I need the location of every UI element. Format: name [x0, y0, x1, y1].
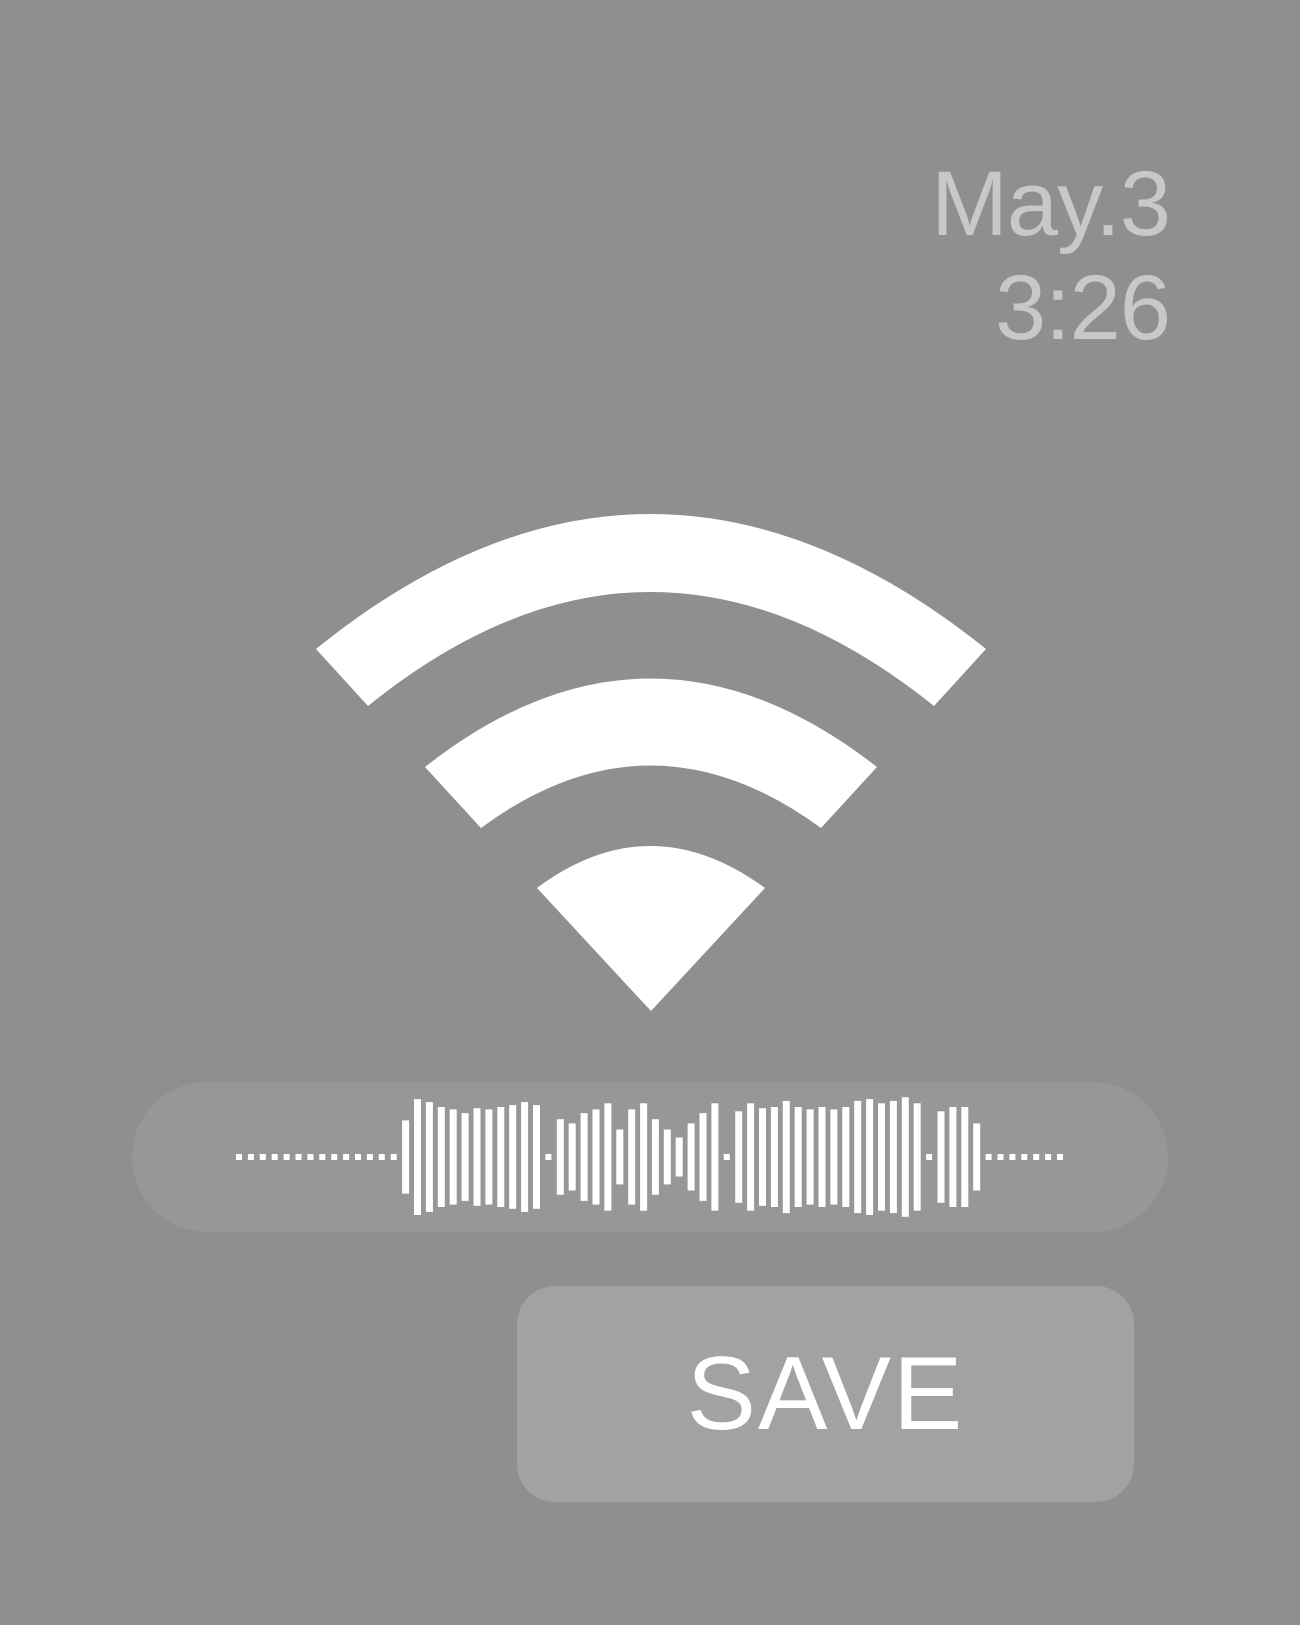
waveform-bar — [628, 1109, 636, 1205]
waveform-bar — [842, 1107, 850, 1207]
waveform-bar — [640, 1103, 648, 1211]
waveform-bar — [973, 1123, 981, 1191]
waveform-bar — [1033, 1154, 1040, 1160]
waveform-bar — [937, 1111, 945, 1203]
waveform-bar — [1021, 1154, 1028, 1160]
waveform-bar — [271, 1154, 278, 1160]
waveform-bar — [355, 1154, 361, 1160]
waveform-bar — [830, 1109, 838, 1205]
wifi-wedge-inner — [537, 846, 765, 1011]
wifi-arc-middle — [425, 678, 877, 828]
waveform-bar — [711, 1103, 719, 1211]
waveform-bar — [425, 1102, 433, 1212]
waveform-bar — [699, 1113, 707, 1201]
date-label: May.3 — [931, 153, 1171, 255]
waveform-graphic — [236, 1097, 1063, 1217]
waveform-bar — [545, 1154, 552, 1160]
waveform-bar — [651, 1119, 659, 1195]
waveform-bar — [307, 1154, 314, 1160]
waveform-bar — [913, 1103, 921, 1211]
waveform-bar — [461, 1113, 469, 1201]
waveform-bar — [759, 1108, 766, 1206]
waveform-bar — [319, 1154, 326, 1160]
waveform-bar — [747, 1103, 755, 1211]
waveform-bar — [259, 1154, 266, 1160]
waveform-bar — [414, 1099, 421, 1215]
waveform-bar — [247, 1154, 254, 1160]
waveform-bar — [366, 1154, 373, 1160]
waveform-bar — [592, 1109, 600, 1205]
waveform-bar — [533, 1105, 540, 1209]
waveform-bar — [735, 1111, 743, 1203]
waveform-bar — [794, 1107, 802, 1207]
time-label: 3:26 — [994, 257, 1171, 359]
waveform-bar — [1045, 1154, 1052, 1160]
waveform-bar — [402, 1120, 410, 1194]
waveform-bar — [497, 1107, 505, 1207]
waveform-bar — [997, 1154, 1004, 1160]
waveform-bar — [390, 1154, 397, 1160]
waveform-bar — [449, 1109, 457, 1205]
waveform-bar — [866, 1099, 874, 1215]
waveform-bar — [485, 1109, 493, 1205]
waveform-bar — [283, 1154, 290, 1160]
waveform-bar — [556, 1119, 564, 1195]
waveform-bar — [236, 1154, 242, 1160]
waveform-bar — [723, 1154, 730, 1160]
waveform-bar — [770, 1107, 778, 1207]
waveform-bar — [616, 1129, 624, 1185]
waveform-bar — [473, 1108, 481, 1206]
waveform-bar — [687, 1123, 695, 1191]
save-button[interactable]: SAVE — [517, 1286, 1134, 1502]
waveform-bar — [331, 1154, 338, 1160]
waveform-bar — [901, 1097, 909, 1217]
waveform-bar — [378, 1154, 385, 1160]
waveform-bar — [985, 1154, 992, 1160]
waveform-bar — [878, 1103, 885, 1211]
waveform-bar — [782, 1100, 790, 1214]
datetime: May.3 3:26 — [931, 152, 1171, 360]
waveform-bar — [343, 1154, 350, 1160]
waveform-display — [132, 1082, 1168, 1232]
waveform-bar — [818, 1107, 826, 1207]
waveform-bar — [580, 1113, 588, 1201]
waveform-bar — [926, 1154, 933, 1160]
waveform-bar — [663, 1129, 671, 1185]
waveform-bar — [437, 1107, 445, 1207]
wifi-arc-outer — [316, 514, 986, 706]
waveform-bar — [568, 1123, 576, 1191]
waveform-bar — [889, 1100, 897, 1214]
waveform-bar — [295, 1154, 302, 1160]
waveform-bar — [509, 1105, 517, 1209]
waveform-bar — [1009, 1154, 1016, 1160]
waveform-bar — [521, 1102, 529, 1212]
waveform-bar — [806, 1109, 814, 1205]
waveform-bar — [961, 1107, 969, 1207]
waveform-bar — [604, 1103, 612, 1211]
waveform-bar — [854, 1100, 862, 1214]
waveform-bar — [675, 1137, 683, 1177]
waveform-bar — [1057, 1154, 1063, 1160]
waveform-bar — [949, 1107, 957, 1207]
